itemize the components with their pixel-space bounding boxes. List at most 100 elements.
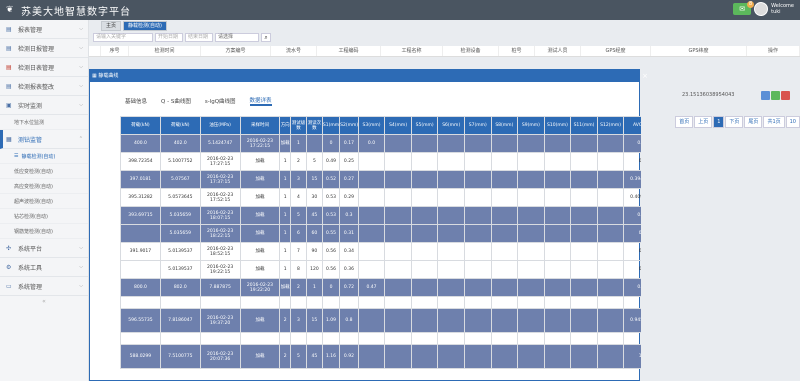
sidebar-item-realtime[interactable]: ▣ 实时监测 ⌵ (0, 96, 88, 115)
table-cell (490, 278, 519, 297)
page-size-select[interactable]: 10 (785, 116, 800, 128)
chevron-down-icon: ⌵ (79, 83, 83, 89)
sidebar-item-drill[interactable]: ▦ 测钻监管 ⌃ (0, 130, 88, 149)
tab-data-table[interactable]: 数据详表 (249, 96, 272, 106)
chevron-down-icon: ⌵ (79, 64, 83, 70)
sidebar-item-system[interactable]: ▭ 系统管理 ⌵ (0, 277, 88, 296)
table-cell: 0.0 (357, 134, 386, 153)
table-cell (543, 170, 572, 189)
table-cell: 596.55735 (120, 308, 161, 333)
header-actions: ✉ 8 Welcome tuki (733, 1, 794, 16)
search-button[interactable]: ⌕ (261, 33, 271, 42)
grid-icon: ▦ (6, 135, 12, 143)
table-cell (357, 296, 386, 309)
column-header: 测读次数 (305, 116, 323, 135)
sidebar-item-reports[interactable]: ▤ 报表管理 ⌵ (0, 20, 88, 39)
sidebar-subitem[interactable]: 超声波检测(自动) (0, 194, 88, 209)
table-row[interactable]: 588.0299 7.5100775 2016-02-23 20:07:36 加载 2 5… (120, 344, 641, 369)
table-cell: 1 (279, 188, 291, 207)
table-cell: 0.53 (321, 188, 341, 207)
end-date-input[interactable]: 结束日期 (185, 33, 213, 42)
tab-basic-info[interactable]: 基础信息 (125, 97, 147, 105)
tab-slgq-curve[interactable]: s-lgQ曲线图 (205, 97, 236, 105)
table-row[interactable]: 5.0139537 2016-02-23 19:22:15 加载 1 8 120 0.56 0… (120, 260, 641, 279)
sidebar-subitem[interactable]: 钢筋笼检测(自动) (0, 224, 88, 239)
table-cell: 加载 (239, 344, 281, 369)
table-cell (339, 332, 359, 345)
sidebar-subitem-static-load[interactable]: ☰ 静载检测(自动) (0, 149, 88, 164)
table-row[interactable]: 5.035659 2016-02-23 18:22:15 加载 1 6 60 0.55 0.3… (120, 224, 641, 243)
table-row[interactable]: 596.55735 7.8186047 2016-02-23 19:37:20 加载 2… (120, 308, 641, 333)
avatar[interactable] (754, 2, 769, 16)
column-header: S5(mm) (410, 116, 439, 135)
table-cell (463, 152, 492, 171)
prev-page-button[interactable]: 上页 (694, 116, 713, 128)
table-cell (463, 278, 492, 297)
sidebar-subitem[interactable]: 钻芯检测(自动) (0, 209, 88, 224)
start-date-input[interactable]: 开始日期 (155, 33, 183, 42)
table-cell (437, 134, 465, 153)
user-info[interactable]: Welcome tuki (771, 3, 794, 15)
table-cell: 2016-02-23 19:22:15 (199, 260, 241, 279)
table-row[interactable]: 400.0 402.0 5.1424747 2016-02-23 17:22:15 加载… (120, 134, 641, 153)
table-cell: 加载 (239, 308, 281, 333)
table-cell: 1.09 (321, 308, 341, 333)
first-page-button[interactable]: 首页 (675, 116, 694, 128)
tab-static-load[interactable]: 静载检测(自动) (123, 21, 167, 31)
page-number[interactable]: 1 (713, 116, 725, 128)
table-cell: 0.72 (339, 278, 359, 297)
sidebar-item-rectify[interactable]: ▤ 检测报表整改 ⌵ (0, 77, 88, 96)
table-cell: 3 (290, 308, 307, 333)
leaf-logo-icon: ❦ (6, 5, 14, 15)
table-cell (437, 260, 465, 279)
select-all-checkbox[interactable] (89, 46, 101, 56)
last-page-button[interactable]: 尾页 (744, 116, 763, 128)
sidebar-subitem[interactable]: 高应变检测(自动) (0, 179, 88, 194)
column-header: 工程编码 (317, 46, 381, 56)
table-cell (463, 242, 492, 261)
collapse-sidebar-icon[interactable]: « (0, 296, 88, 308)
table-row[interactable]: 395.31282 5.0573645 2016-02-23 17:52:15 加载 1… (120, 188, 641, 207)
pagination: 首页 上页 1 下页 尾页 共1页 10 (675, 116, 800, 128)
table-row[interactable]: 398.72354 5.1007752 2016-02-23 17:27:15 加载 1… (120, 152, 641, 171)
next-page-button[interactable]: 下页 (725, 116, 744, 128)
table-cell: 加载 (279, 278, 291, 297)
table-cell (437, 188, 465, 207)
table-cell (596, 242, 625, 261)
table-cell (490, 332, 519, 345)
table-cell (543, 242, 572, 261)
sidebar-subitem-groundwater[interactable]: 地下水位监测 (0, 115, 88, 130)
table-cell: 90 (305, 242, 323, 261)
table-row[interactable]: 397.0181 5.07567 2016-02-23 17:37:15 加载 1 3 15… (120, 170, 641, 189)
table-cell (437, 224, 465, 243)
sidebar-item-daily-table[interactable]: ▤ 检测日表管理 ⌵ (0, 58, 88, 77)
table-row[interactable]: 800.0 802.0 7.887875 2016-02-23 19:22:20 加载 2… (120, 278, 641, 297)
tab-home[interactable]: 主页 (101, 21, 122, 31)
sidebar-item-tools[interactable]: ⚙ 系统工具 ⌵ (0, 258, 88, 277)
table-cell (463, 260, 492, 279)
data-table-wrapper[interactable]: 荷载(kN) 荷载(kN) 油压(MPa) 采样时间 方向 测试级数 测读次数 S1(mm) S… (120, 116, 641, 381)
sidebar-item-daily-report[interactable]: ▤ 检测日报管理 ⌵ (0, 39, 88, 58)
table-row[interactable]: 391.9017 5.0139537 2016-02-23 18:52:15 加载 1 7… (120, 242, 641, 261)
table-row[interactable]: 393.69715 5.035659 2016-02-23 18:07:15 加载 1 5… (120, 206, 641, 225)
table-cell: 1 (279, 152, 291, 171)
tab-qs-curve[interactable]: Q - S曲线图 (161, 97, 191, 105)
search-input[interactable]: 请输入关键字 (93, 33, 153, 42)
table-cell: 15 (305, 170, 323, 189)
column-header: 采样时间 (239, 116, 281, 135)
edit-icon[interactable] (771, 91, 780, 100)
column-header: S8(mm) (490, 116, 519, 135)
column-header: AVG(mm) (623, 116, 641, 135)
chevron-up-icon: ⌃ (78, 136, 83, 142)
filter-select[interactable]: 请选择 (215, 33, 259, 42)
user-name: tuki (771, 9, 781, 15)
table-cell (596, 332, 625, 345)
view-icon[interactable] (761, 91, 770, 100)
sidebar-item-platform[interactable]: ✣ 系统平台 ⌵ (0, 239, 88, 258)
mail-button[interactable]: ✉ 8 (733, 1, 755, 15)
column-header: GPS纬度 (651, 46, 747, 56)
table-cell (437, 242, 465, 261)
delete-icon[interactable] (781, 91, 790, 100)
close-icon[interactable]: × (639, 70, 651, 82)
sidebar-subitem[interactable]: 低应变检测(自动) (0, 164, 88, 179)
